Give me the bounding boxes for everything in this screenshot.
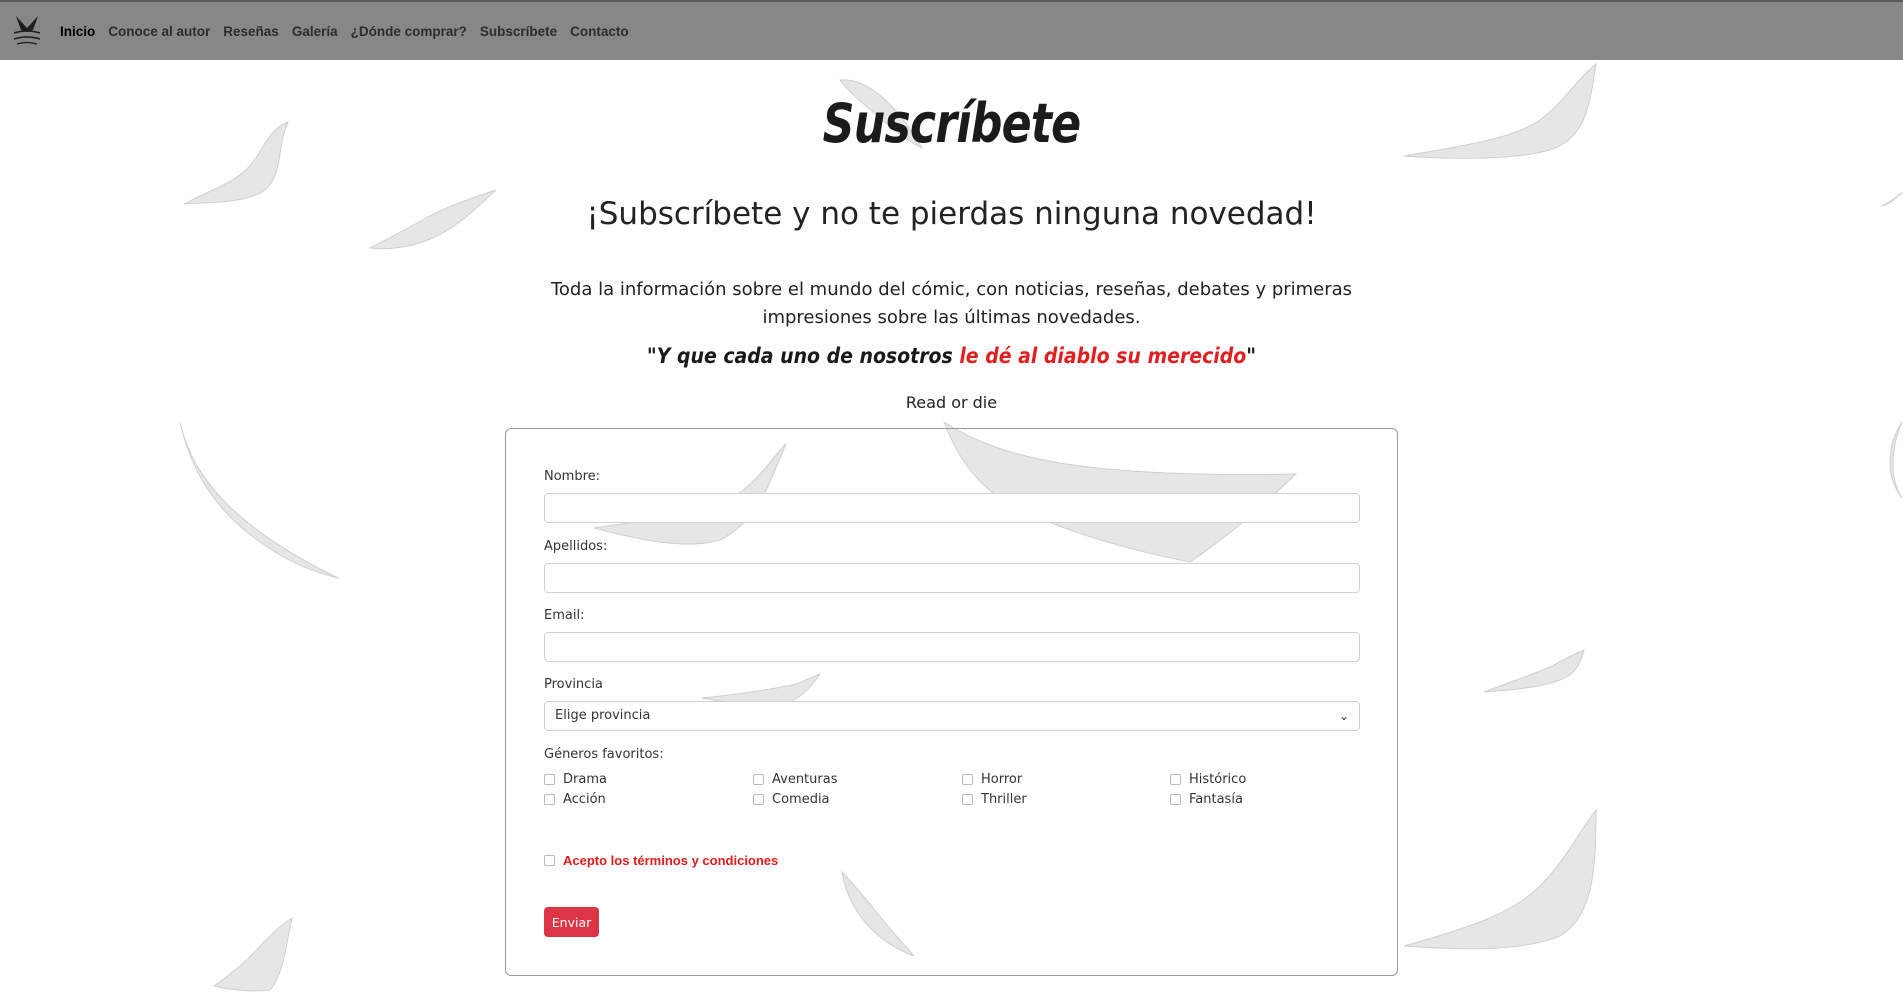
genre-label: Thriller [981,792,1027,807]
genre-checkbox-fantasia[interactable]: Fantasía [1170,792,1243,807]
subscribe-form-card: Nombre: Apellidos: Email: Provincia Elig… [505,428,1398,976]
checkbox-box[interactable] [753,794,764,805]
paper-decoration [1889,421,1903,499]
quote: "Y que cada uno de nosotros le dé al dia… [0,344,1903,368]
nav-item-inicio[interactable]: Inicio [60,24,95,39]
site-logo-icon[interactable] [8,12,46,50]
genre-label: Horror [981,772,1023,787]
genre-label: Aventuras [772,772,838,787]
terms-label: Acepto los términos y condiciones [563,853,779,868]
apellidos-input[interactable] [544,563,1360,593]
genre-checkbox-comedia[interactable]: Comedia [753,792,830,807]
nombre-input[interactable] [544,493,1360,523]
checkbox-box[interactable] [544,794,555,805]
apellidos-label: Apellidos: [544,539,608,554]
page-subtitle: ¡Subscríbete y no te pierdas ninguna nov… [586,196,1317,232]
nav-item-resenas[interactable]: Reseñas [223,24,279,39]
genre-checkbox-horror[interactable]: Horror [962,772,1022,787]
generos-label: Géneros favoritos: [544,747,664,762]
checkbox-box[interactable] [962,794,973,805]
genre-label: Fantasía [1189,792,1243,807]
paper-decoration [179,421,339,579]
provincia-label: Provincia [544,677,603,692]
checkbox-box[interactable] [962,774,973,785]
terms-checkbox[interactable]: Acepto los términos y condiciones [544,853,778,868]
navbar: Inicio Conoce al autor Reseñas Galería ¿… [0,0,1903,60]
email-label: Email: [544,608,585,623]
quote-end: " [1246,344,1257,368]
paper-decoration [1483,649,1585,693]
page-title: Suscríbete [822,92,1082,155]
intro-text: Toda la información sobre el mundo del c… [550,279,1353,328]
motto: Read or die [905,393,998,412]
chevron-down-icon: ⌄ [1338,709,1349,723]
genre-checkbox-aventuras[interactable]: Aventuras [753,772,837,787]
nav-item-donde-comprar[interactable]: ¿Dónde comprar? [351,24,467,39]
nombre-label: Nombre: [544,469,601,484]
nav-item-conoce-al-autor[interactable]: Conoce al autor [108,24,210,39]
nav-item-contacto[interactable]: Contacto [570,24,629,39]
quote-start: "Y que cada uno de nosotros [646,344,960,368]
genre-checkbox-drama[interactable]: Drama [544,772,607,787]
genre-label: Drama [563,772,607,787]
checkbox-box[interactable] [1170,794,1181,805]
checkbox-box[interactable] [544,855,555,866]
email-input[interactable] [544,632,1360,662]
genre-checkbox-thriller[interactable]: Thriller [962,792,1027,807]
provincia-select[interactable]: Elige provincia ⌄ [544,701,1360,731]
genre-label: Histórico [1189,772,1247,787]
genre-label: Comedia [772,792,830,807]
checkbox-box[interactable] [753,774,764,785]
nav-item-subscribete[interactable]: Subscríbete [480,24,557,39]
checkbox-box[interactable] [544,774,555,785]
provincia-selected-value: Elige provincia [555,708,651,723]
genre-label: Acción [563,792,606,807]
paper-decoration [212,916,293,992]
nav-item-galeria[interactable]: Galería [292,24,338,39]
genre-checkbox-accion[interactable]: Acción [544,792,606,807]
quote-highlight: le dé al diablo su merecido [959,344,1247,368]
paper-decoration [1403,808,1597,950]
checkbox-box[interactable] [1170,774,1181,785]
genre-checkbox-historico[interactable]: Histórico [1170,772,1246,787]
submit-button[interactable]: Enviar [544,907,599,937]
